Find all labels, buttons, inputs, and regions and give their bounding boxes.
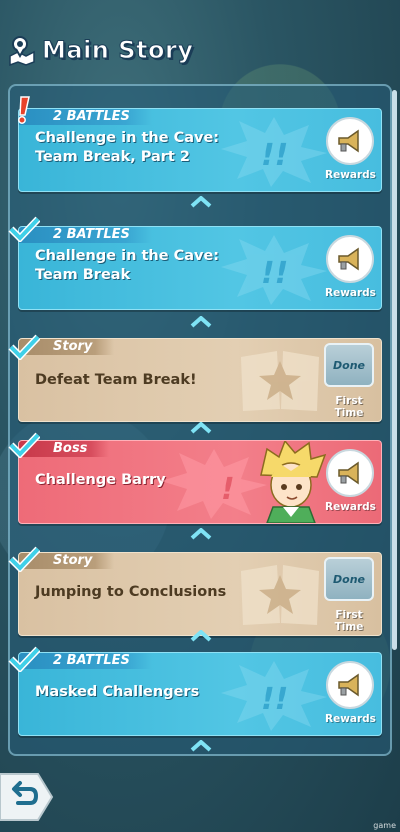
chevron-up-icon <box>190 528 212 540</box>
corner-label: game <box>373 821 396 830</box>
checkmark-icon <box>8 216 40 242</box>
back-button[interactable] <box>0 772 54 822</box>
page-title: Main Story <box>41 36 194 65</box>
battle-burst-icon: !! <box>221 235 327 305</box>
story-map-pin-icon <box>9 36 35 66</box>
svg-text:!!: !! <box>261 138 288 173</box>
chevron-up-icon <box>190 422 212 434</box>
story-title: Jumping to Conclusions <box>35 584 227 600</box>
rewards-label: Rewards <box>325 287 376 299</box>
checkmark-icon <box>8 432 40 458</box>
story-title: Challenge in the Cave: Team Break <box>35 247 219 285</box>
rewards-button[interactable]: Rewards <box>325 117 376 185</box>
new-alert-icon <box>18 96 30 124</box>
rewards-label: Rewards <box>325 501 376 513</box>
header: Main Story <box>0 22 400 78</box>
story-title: Challenge in the Cave: Team Break, Part … <box>35 129 219 167</box>
chevron-up-icon <box>190 630 212 642</box>
scrollbar[interactable] <box>392 90 397 650</box>
battle-burst-icon: !! <box>221 117 327 187</box>
megaphone-icon <box>338 129 359 153</box>
story-title-line: Team Break, Part 2 <box>35 149 191 165</box>
story-card[interactable]: Story Defeat Team Break! Done First Time <box>18 338 382 422</box>
checkmark-icon <box>8 334 40 360</box>
story-card[interactable]: 2 BATTLES Challenge in the Cave: Team Br… <box>18 108 382 192</box>
battle-burst-icon: !! <box>221 661 327 731</box>
story-card[interactable]: Boss Challenge Barry ! Rewards <box>18 440 382 524</box>
story-title: Masked Challengers <box>35 684 200 700</box>
svg-text:!!: !! <box>261 256 288 291</box>
story-title-line: Team Break <box>35 267 131 283</box>
first-time-done-badge[interactable]: Done First Time <box>323 557 375 633</box>
story-title: Defeat Team Break! <box>35 372 197 388</box>
story-card[interactable]: 2 BATTLES Masked Challengers !! Rewards <box>18 652 382 736</box>
svg-text:!: ! <box>221 472 235 507</box>
megaphone-icon <box>338 673 359 697</box>
story-title: Challenge Barry <box>35 472 166 488</box>
svg-text:!!: !! <box>261 682 288 717</box>
chevron-up-icon <box>190 196 212 208</box>
trainer-portrait <box>260 441 327 523</box>
rewards-label: Rewards <box>325 169 376 181</box>
story-tag: 2 BATTLES <box>19 109 152 125</box>
first-time-label: First Time <box>334 609 364 633</box>
checkmark-icon <box>8 546 40 572</box>
rewards-button[interactable]: Rewards <box>325 235 376 303</box>
story-card[interactable]: Story Jumping to Conclusions Done First … <box>18 552 382 636</box>
first-time-done-badge[interactable]: Done First Time <box>323 343 375 419</box>
chevron-up-icon <box>190 316 212 328</box>
rewards-label: Rewards <box>325 713 376 725</box>
done-badge: Done <box>324 557 374 601</box>
chevron-up-icon <box>190 740 212 752</box>
rewards-button[interactable]: Rewards <box>325 661 376 729</box>
checkmark-icon <box>8 646 40 672</box>
story-card[interactable]: 2 BATTLES Challenge in the Cave: Team Br… <box>18 226 382 310</box>
megaphone-icon <box>338 247 359 271</box>
done-badge: Done <box>324 343 374 387</box>
story-title-line: Challenge in the Cave: <box>35 248 220 264</box>
story-book-icon <box>241 565 319 625</box>
megaphone-icon <box>338 461 359 485</box>
story-title-line: Challenge in the Cave: <box>35 130 220 146</box>
rewards-button[interactable]: Rewards <box>325 449 376 517</box>
story-book-icon <box>241 351 319 411</box>
first-time-label: First Time <box>334 395 364 419</box>
